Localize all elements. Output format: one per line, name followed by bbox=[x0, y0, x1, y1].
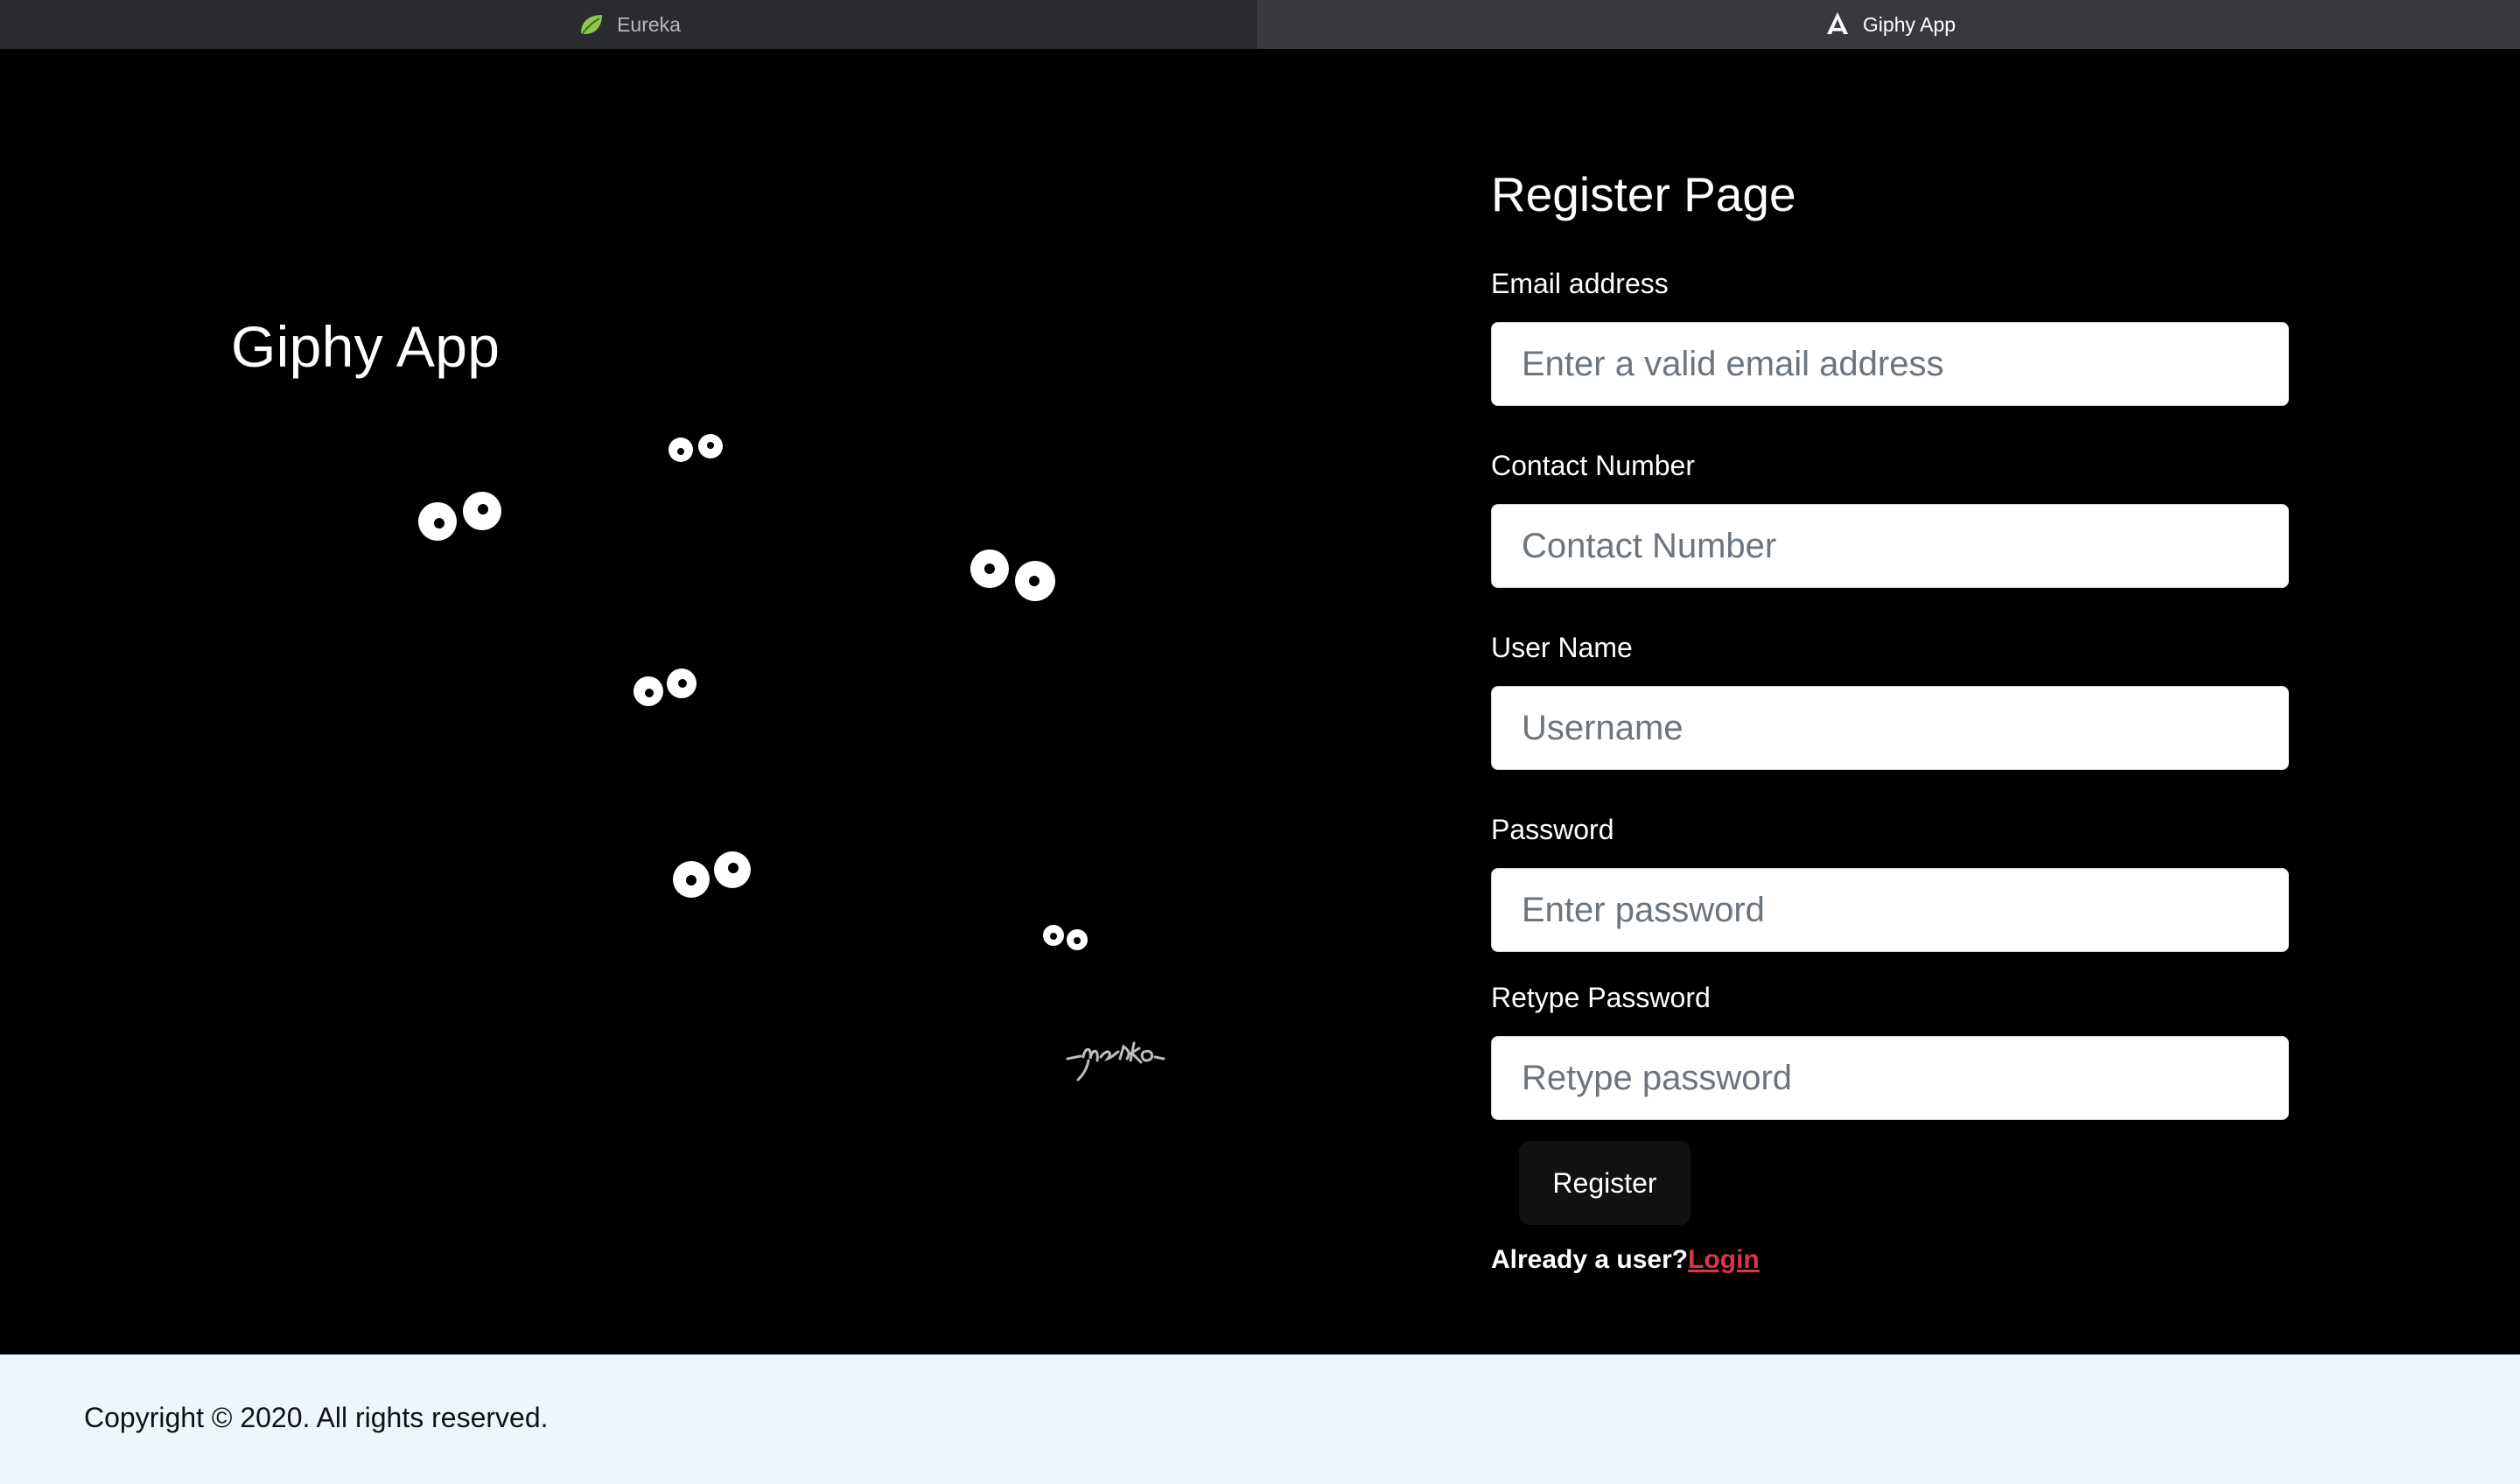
copyright-text: Copyright © 2020. All rights reserved. bbox=[84, 1402, 549, 1433]
tab-eureka-label: Eureka bbox=[617, 12, 681, 36]
tab-giphy-app[interactable]: Giphy App bbox=[1258, 0, 2520, 49]
password-field[interactable] bbox=[1491, 868, 2289, 952]
contact-number-label: Contact Number bbox=[1491, 450, 1695, 481]
eyes-pair-5 bbox=[673, 851, 751, 898]
register-page-title: Register Page bbox=[1491, 167, 1796, 221]
browser-tab-bar: Eureka Giphy App bbox=[0, 0, 2520, 49]
eyes-pair-3 bbox=[970, 550, 1055, 601]
register-button[interactable]: Register bbox=[1519, 1141, 1690, 1225]
hero-title: Giphy App bbox=[231, 314, 500, 379]
eyes-in-dark-gif bbox=[368, 434, 1190, 1169]
artist-signature bbox=[1066, 1041, 1166, 1082]
eyes-pair-2 bbox=[668, 434, 723, 462]
contact-number-field[interactable] bbox=[1491, 504, 2289, 588]
email-field[interactable] bbox=[1491, 322, 2289, 406]
eyes-pair-1 bbox=[418, 492, 501, 541]
eyes-pair-4 bbox=[634, 668, 696, 706]
password-label: Password bbox=[1491, 814, 1614, 845]
tab-eureka[interactable]: Eureka bbox=[0, 0, 1258, 49]
main-content: Giphy App Register Page Email address En… bbox=[0, 49, 2520, 1354]
username-label: User Name bbox=[1491, 632, 1633, 663]
eyes-pair-6 bbox=[1043, 925, 1088, 950]
email-label: Email address bbox=[1491, 268, 1669, 299]
already-user-text: Already a user? bbox=[1491, 1245, 1689, 1274]
retype-password-field[interactable] bbox=[1491, 1036, 2289, 1120]
login-link[interactable]: Login bbox=[1688, 1245, 1760, 1274]
spring-leaf-icon bbox=[577, 10, 606, 39]
already-user-line: Already a user?Login bbox=[1491, 1245, 1760, 1275]
retype-password-label: Retype Password bbox=[1491, 982, 1711, 1013]
username-field[interactable] bbox=[1491, 686, 2289, 770]
angular-icon bbox=[1823, 10, 1852, 39]
footer: Copyright © 2020. All rights reserved. bbox=[0, 1354, 2520, 1484]
tab-giphy-app-label: Giphy App bbox=[1862, 12, 1956, 36]
